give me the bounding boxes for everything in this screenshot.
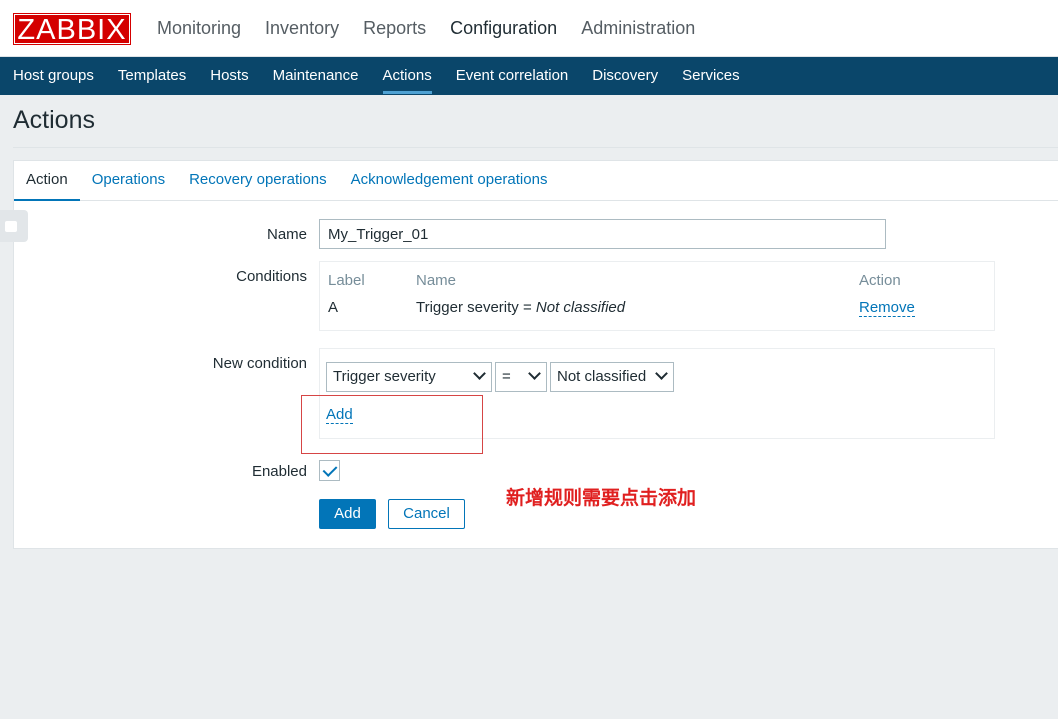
main-nav-administration[interactable]: Administration: [569, 0, 707, 57]
tab-recovery-operations[interactable]: Recovery operations: [177, 161, 339, 200]
chevron-down-icon: [473, 367, 486, 380]
conditions-header-action: Action: [859, 272, 901, 289]
new-condition-label: New condition: [212, 355, 307, 372]
condition-value-select[interactable]: Not classified: [550, 362, 674, 392]
sub-nav-discovery[interactable]: Discovery: [580, 57, 670, 95]
sub-nav-host-groups[interactable]: Host groups: [1, 57, 106, 95]
sub-nav-services[interactable]: Services: [670, 57, 752, 95]
add-button[interactable]: Add: [319, 499, 376, 529]
condition-row-label: A: [328, 299, 339, 316]
cancel-button[interactable]: Cancel: [388, 499, 465, 529]
conditions-table: Label Name Action A Trigger severity = N…: [319, 261, 995, 331]
sub-nav-maintenance[interactable]: Maintenance: [261, 57, 371, 95]
condition-type-select[interactable]: Trigger severity: [326, 362, 492, 392]
annotation-note: 新增规则需要点击添加: [506, 487, 697, 509]
sub-nav-hosts[interactable]: Hosts: [198, 57, 260, 95]
enabled-checkbox[interactable]: [319, 460, 340, 481]
main-nav-configuration[interactable]: Configuration: [438, 0, 569, 57]
new-condition-box: Trigger severity = Not classified Add: [319, 348, 995, 439]
condition-operator-value: =: [502, 368, 511, 385]
name-input[interactable]: [319, 219, 886, 249]
conditions-header-label: Label: [328, 272, 365, 289]
conditions-label: Conditions: [236, 268, 307, 285]
top-header: ZABBIX Monitoring Inventory Reports Conf…: [0, 0, 1058, 57]
condition-type-value: Trigger severity: [333, 368, 436, 385]
condition-row-name-value: Not classified: [535, 299, 626, 316]
add-condition-link[interactable]: Add: [326, 406, 353, 424]
tab-acknowledgement-operations[interactable]: Acknowledgement operations: [339, 161, 560, 200]
chevron-down-icon: [655, 367, 668, 380]
main-nav-monitoring[interactable]: Monitoring: [145, 0, 253, 57]
enabled-label: Enabled: [251, 463, 307, 480]
title-divider: [13, 147, 1058, 148]
sidebar-toggle-handle[interactable]: [0, 210, 28, 242]
form-tabs: Action Operations Recovery operations Ac…: [14, 161, 1058, 201]
main-nav-inventory[interactable]: Inventory: [253, 0, 351, 57]
main-nav-reports[interactable]: Reports: [351, 0, 438, 57]
sub-nav-actions[interactable]: Actions: [371, 57, 444, 95]
sub-nav-event-correlation[interactable]: Event correlation: [444, 57, 581, 95]
tab-operations[interactable]: Operations: [80, 161, 177, 200]
main-nav: Monitoring Inventory Reports Configurati…: [145, 0, 707, 57]
condition-remove-wrap: Remove: [859, 299, 915, 317]
conditions-header-name: Name: [416, 272, 457, 289]
condition-row-name-prefix: Trigger severity =: [416, 299, 536, 316]
page-title: Actions: [13, 106, 95, 134]
condition-operator-select[interactable]: =: [495, 362, 547, 392]
zabbix-logo[interactable]: ZABBIX: [13, 13, 131, 46]
condition-row-name: Trigger severity = Not classified: [416, 299, 625, 316]
condition-remove-link[interactable]: Remove: [859, 299, 915, 317]
name-label: Name: [266, 226, 307, 243]
sub-nav: Host groups Templates Hosts Maintenance …: [0, 57, 1058, 95]
add-condition-wrap: Add: [326, 406, 353, 424]
sub-nav-templates[interactable]: Templates: [106, 57, 198, 95]
chevron-down-icon: [528, 367, 541, 380]
tab-action[interactable]: Action: [14, 161, 80, 201]
condition-value-value: Not classified: [557, 368, 647, 385]
